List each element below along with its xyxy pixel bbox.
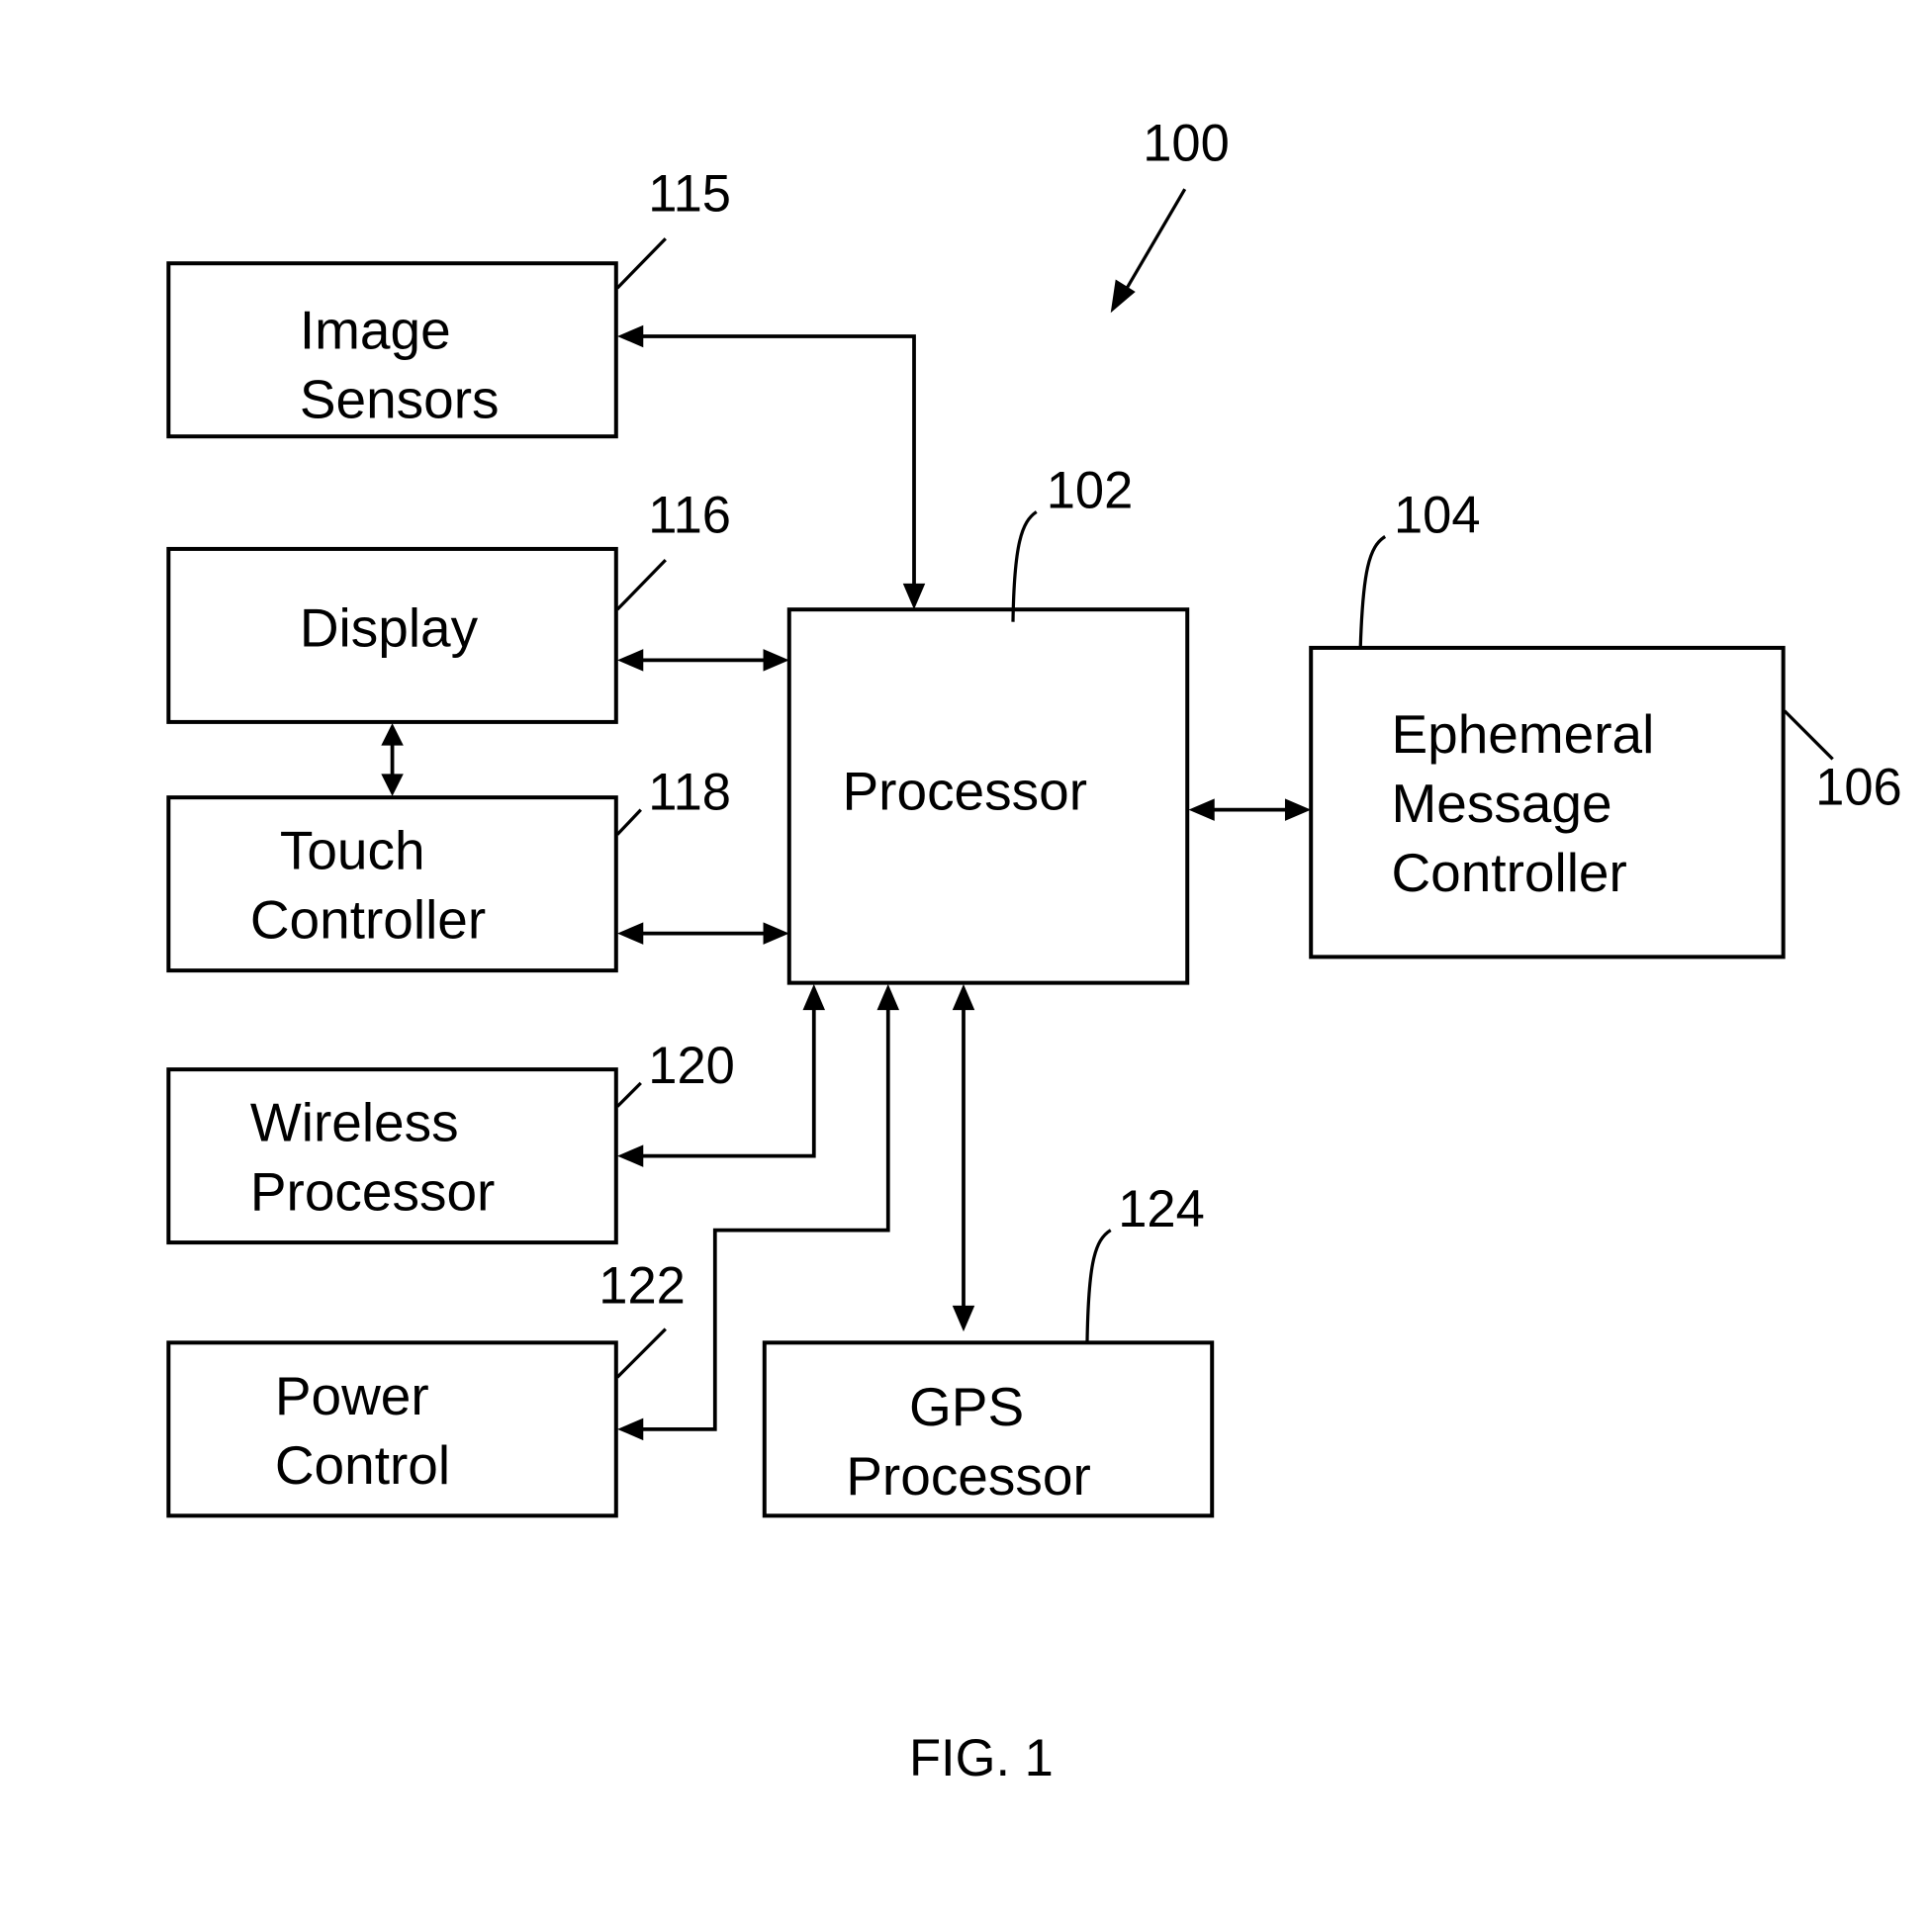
ref-120: 120 <box>648 1037 735 1095</box>
block-power-control: Power Control 122 <box>166 1256 686 1518</box>
wireless-processor-label-line1: Wireless <box>250 1092 459 1153</box>
arrowhead-down-icon <box>902 583 926 610</box>
block-diagram: 100 Image Sensors 115 Display 116 Touch … <box>166 114 1902 1787</box>
arrowhead-down-icon <box>952 1305 975 1332</box>
gps-processor-label-line2: Processor <box>846 1445 1091 1507</box>
connection-processor-ephemeral <box>1188 798 1312 821</box>
ref-102: 102 <box>1047 462 1134 520</box>
power-control-label-line1: Power <box>275 1365 429 1426</box>
arrowhead-right-icon <box>763 649 789 672</box>
arrowhead-up-icon <box>952 983 975 1011</box>
ref-122-leader <box>615 1327 667 1379</box>
ref-115-leader <box>615 237 667 290</box>
image-sensors-label-line1: Image <box>300 299 451 360</box>
connection-processor-gps-processor <box>952 983 975 1332</box>
arrowhead-up-icon <box>802 983 826 1011</box>
arrowhead-down-icon <box>381 774 404 796</box>
ref-106: 106 <box>1815 759 1902 817</box>
block-wireless-processor: Wireless Processor 120 <box>166 1037 735 1245</box>
ref-106-leader <box>1783 709 1834 761</box>
wireless-processor-label-line2: Processor <box>250 1161 496 1223</box>
arrowhead-left-icon <box>617 922 644 945</box>
ref-115: 115 <box>648 165 731 224</box>
ref-100-arrowhead-icon <box>1110 279 1136 314</box>
ref-120-leader <box>615 1081 642 1108</box>
touch-controller-label-line2: Controller <box>250 889 486 951</box>
connection-processor-touch-controller <box>617 922 789 945</box>
arrowhead-left-icon <box>617 1144 644 1167</box>
arrowhead-left-icon <box>617 649 644 672</box>
arrowhead-left-icon <box>1188 798 1215 821</box>
arrowhead-up-icon <box>876 983 900 1011</box>
wire-image-sensors <box>640 334 916 588</box>
connection-processor-display <box>617 649 789 672</box>
arrowhead-up-icon <box>381 723 404 746</box>
ref-118: 118 <box>648 764 731 822</box>
ref-104-leader <box>1358 535 1387 648</box>
connection-processor-image-sensors <box>617 324 926 610</box>
arrowhead-right-icon <box>763 922 789 945</box>
connection-display-touch-controller <box>381 723 404 796</box>
ref-124: 124 <box>1118 1180 1205 1238</box>
ref-118-leader <box>615 808 642 836</box>
image-sensors-label-line2: Sensors <box>300 368 500 429</box>
ephemeral-label-line2: Message <box>1391 773 1611 834</box>
figure-caption: FIG. 1 <box>909 1729 1054 1787</box>
ref-100: 100 <box>1143 114 1230 172</box>
power-control-label-line2: Control <box>275 1434 450 1496</box>
display-label: Display <box>300 597 479 659</box>
ref-100-arrow-line <box>1124 188 1187 292</box>
block-ephemeral-message-controller: Ephemeral Message Controller 104 106 <box>1309 487 1902 960</box>
ref-116: 116 <box>648 487 731 545</box>
arrowhead-left-icon <box>617 1417 644 1441</box>
ephemeral-label-line3: Controller <box>1391 842 1626 903</box>
ref-102-leader <box>1011 510 1038 622</box>
ref-122: 122 <box>598 1256 686 1315</box>
block-image-sensors: Image Sensors 115 <box>166 165 731 439</box>
block-processor: Processor 102 <box>786 462 1190 985</box>
block-touch-controller: Touch Controller 118 <box>166 764 731 973</box>
processor-label: Processor <box>843 761 1088 822</box>
gps-processor-label-line1: GPS <box>909 1376 1024 1437</box>
block-display: Display 116 <box>166 487 731 724</box>
ref-116-leader <box>615 559 667 611</box>
ref-124-leader <box>1085 1229 1112 1343</box>
touch-controller-label-line1: Touch <box>280 820 425 881</box>
arrowhead-left-icon <box>617 324 644 348</box>
ephemeral-label-line1: Ephemeral <box>1391 703 1654 765</box>
ref-104: 104 <box>1394 487 1481 545</box>
arrowhead-right-icon <box>1284 798 1312 821</box>
